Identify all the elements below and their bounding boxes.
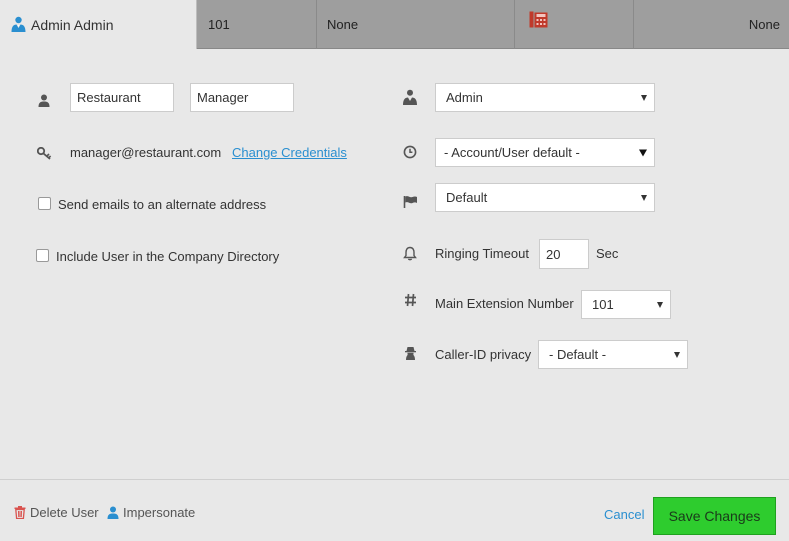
main-extension-select[interactable]: 101: [581, 290, 671, 319]
chevron-down-icon: [674, 351, 680, 358]
user-icon: [107, 506, 119, 519]
role-select-value: Admin: [446, 90, 483, 105]
ringing-timeout-input[interactable]: [539, 239, 589, 269]
tab-device-status[interactable]: None: [317, 0, 515, 49]
timezone-select[interactable]: - Account/User default -: [435, 138, 655, 167]
caller-id-select-value: - Default -: [549, 347, 607, 362]
desk-phone-icon: [529, 11, 548, 28]
user-admin-icon: [10, 16, 27, 33]
hash-icon: [402, 292, 418, 308]
first-name-input[interactable]: [70, 83, 174, 112]
clock-icon: [402, 144, 418, 160]
delete-user-label: Delete User: [30, 505, 99, 520]
chevron-down-icon: [641, 94, 647, 101]
tab-line-status[interactable]: None: [634, 0, 789, 49]
footer-bar: Delete User Impersonate Cancel Save Chan…: [0, 479, 789, 541]
tab-extension[interactable]: 101: [197, 0, 317, 49]
last-name-input[interactable]: [190, 83, 294, 112]
cancel-button[interactable]: Cancel: [604, 507, 644, 522]
tab-desk-phone[interactable]: [515, 0, 634, 49]
incognito-icon: [402, 345, 418, 361]
save-changes-button[interactable]: Save Changes: [653, 497, 776, 535]
send-alt-email-checkbox[interactable]: [38, 197, 51, 210]
user-name: Admin Admin: [31, 16, 114, 33]
flag-icon: [402, 193, 418, 209]
language-select[interactable]: Default: [435, 183, 655, 212]
device-status: None: [327, 17, 359, 32]
extension-number: 101: [208, 17, 230, 32]
user-role-icon: [402, 89, 418, 105]
ringing-timeout-unit: Sec: [596, 246, 619, 261]
chevron-down-icon: [639, 149, 647, 156]
include-directory-checkbox[interactable]: [36, 249, 49, 262]
include-directory-label: Include User in the Company Directory: [56, 249, 280, 264]
caller-id-label: Caller-ID privacy: [435, 347, 532, 362]
bell-icon: [402, 245, 418, 261]
send-alt-email-label: Send emails to an alternate address: [58, 197, 267, 212]
email-address: manager@restaurant.com: [70, 145, 222, 160]
tab-user-name[interactable]: Admin Admin: [0, 0, 197, 49]
chevron-down-icon: [641, 194, 647, 201]
timezone-select-value: - Account/User default -: [444, 145, 580, 160]
user-header-bar: Admin Admin 101 None None: [0, 0, 789, 49]
main-extension-label: Main Extension Number: [435, 296, 574, 311]
impersonate-button[interactable]: Impersonate: [107, 505, 195, 520]
caller-id-select[interactable]: - Default -: [538, 340, 688, 369]
language-select-value: Default: [446, 190, 488, 205]
delete-user-button[interactable]: Delete User: [14, 505, 99, 520]
chevron-down-icon: [657, 301, 663, 308]
main-extension-select-value: 101: [592, 297, 614, 312]
key-icon: [36, 145, 52, 161]
trash-icon: [14, 506, 26, 519]
line-status: None: [748, 17, 780, 32]
impersonate-label: Impersonate: [123, 505, 196, 520]
user-icon: [36, 92, 52, 108]
change-credentials-link[interactable]: Change Credentials: [232, 145, 347, 160]
ringing-timeout-label: Ringing Timeout: [435, 246, 529, 261]
role-select[interactable]: Admin: [435, 83, 655, 112]
